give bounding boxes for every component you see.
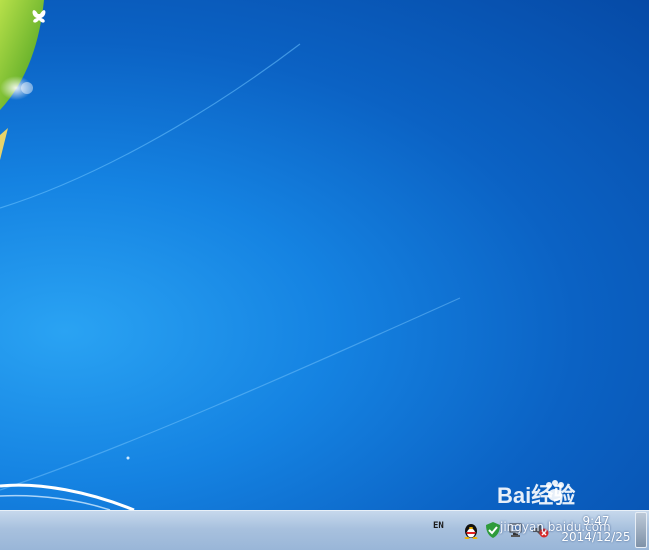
baidu-jingyan-logo: Bai经验 — [497, 480, 575, 508]
watermark-brand: Bai经验 — [497, 483, 575, 508]
clock-date: 2014/12/25 — [561, 530, 631, 544]
language-indicator[interactable]: EN — [433, 521, 444, 531]
wallpaper-graphic — [0, 0, 461, 510]
show-desktop-button[interactable] — [635, 512, 647, 548]
desktop: Bai经验 — [0, 0, 649, 510]
clock-time: 9:47 — [582, 514, 610, 528]
qq-penguin-icon[interactable] — [462, 521, 480, 539]
system-clock[interactable]: 9:47 2014/12/25 — [560, 513, 632, 545]
